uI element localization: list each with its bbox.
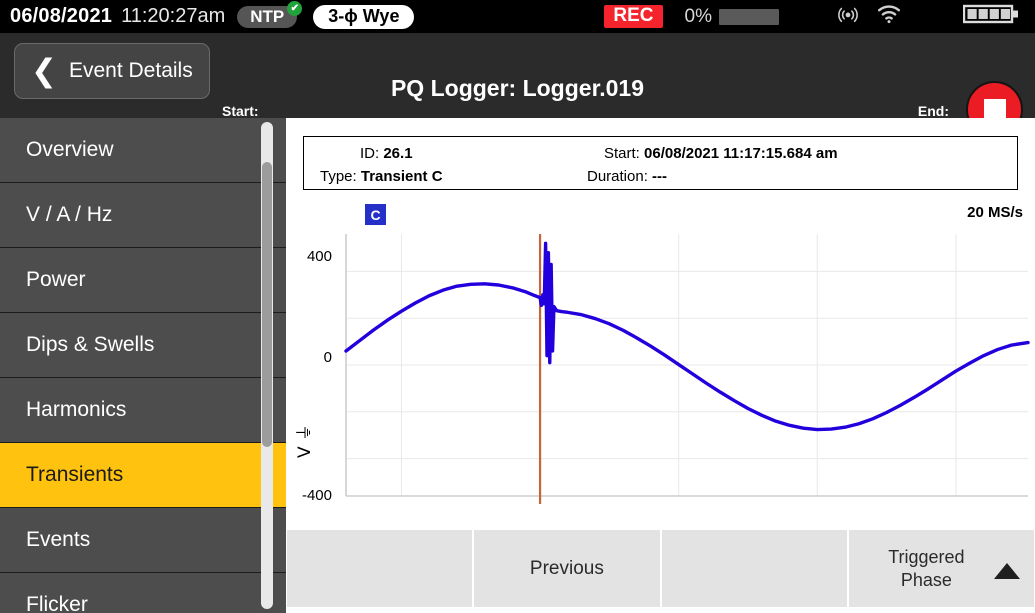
ntp-label: NTP	[250, 6, 285, 26]
status-time: 11:20:27am	[121, 5, 226, 27]
event-duration-label: Duration:	[587, 168, 648, 185]
sidebar-scrollbar[interactable]	[261, 122, 273, 609]
sidebar-item-label: Dips & Swells	[26, 333, 155, 356]
sidebar-item-dips-swells[interactable]: Dips & Swells	[0, 313, 286, 378]
sidebar-item-flicker[interactable]: Flicker	[0, 573, 286, 613]
previous-button[interactable]: Previous	[474, 530, 660, 607]
battery-icon	[962, 3, 1021, 30]
triggered-phase-line1: Triggered	[888, 546, 965, 567]
y-tick-label: -400	[301, 487, 332, 504]
sidebar-item-overview[interactable]: Overview	[0, 118, 286, 183]
triggered-phase-label: Triggered Phase	[888, 546, 964, 592]
triggered-phase-button[interactable]: Triggered Phase	[848, 530, 1034, 607]
sidebar-item-label: Overview	[26, 138, 114, 161]
event-id-value: 26.1	[383, 145, 413, 162]
sidebar-item-power[interactable]: Power	[0, 248, 286, 313]
status-date: 06/08/2021	[10, 5, 113, 27]
y-axis-label: V ⏚	[295, 423, 315, 458]
transient-waveform-chart[interactable]: V ⏚ 400 0 -400 -5ms 0ms +5ms +10ms +15ms	[286, 226, 1035, 613]
sidebar-nav: Overview V / A / Hz Power Dips & Swells …	[0, 118, 286, 613]
rec-badge: REC	[604, 5, 663, 28]
event-type-row: Type: Transient C	[320, 168, 443, 185]
sidebar-item-label: Flicker	[26, 593, 88, 613]
sidebar-item-label: Harmonics	[26, 398, 127, 421]
sidebar-item-v-a-hz[interactable]: V / A / Hz	[0, 183, 286, 248]
sidebar-item-label: Events	[26, 528, 91, 551]
memory-progress-bar	[719, 8, 779, 25]
event-start-value: 06/08/2021 11:17:15.684 am	[644, 145, 838, 162]
page-title: PQ Logger: Logger.019	[390, 75, 645, 101]
waveform-plot-svg	[344, 234, 1030, 504]
antenna-icon	[837, 3, 859, 30]
pq-logger-app: 06/08/2021 11:20:27am NTP ✔ 3-ϕ Wye REC …	[0, 0, 1035, 613]
sample-rate-label: 20 MS/s	[967, 204, 1023, 221]
button-slot-1[interactable]	[287, 530, 473, 607]
event-duration-value: ---	[652, 168, 668, 185]
event-type-value: Transient C	[360, 168, 443, 185]
y-tick-label: 400	[306, 248, 332, 265]
wifi-icon	[877, 4, 901, 29]
sidebar-item-label: Transients	[26, 463, 124, 486]
event-start-label: Start:	[604, 145, 640, 162]
ntp-badge: NTP ✔	[237, 0, 303, 28]
sidebar-item-label: Power	[26, 268, 86, 291]
event-duration-row: Duration: ---	[587, 168, 667, 185]
main-content: ID: 26.1 Type: Transient C Start: 06/08/…	[286, 118, 1035, 613]
y-tick-label: 0	[323, 349, 332, 366]
event-type-label: Type:	[320, 168, 357, 185]
sidebar-item-events[interactable]: Events	[0, 508, 286, 573]
event-id-row: ID: 26.1	[360, 145, 413, 162]
bottom-button-bar: Previous Triggered Phase	[286, 528, 1035, 613]
sidebar-item-label: V / A / Hz	[26, 203, 113, 226]
sidebar-scrollbar-thumb[interactable]	[262, 162, 272, 447]
app-header: ❮ Event Details PQ Logger: Logger.019 St…	[0, 33, 1035, 138]
event-id-label: ID:	[360, 145, 380, 162]
event-info-box: ID: 26.1 Type: Transient C Start: 06/08/…	[303, 136, 1018, 190]
triggered-phase-line2: Phase	[900, 569, 952, 590]
session-start-label: Start:	[222, 103, 259, 119]
memory-percent: 0%	[684, 5, 712, 27]
session-end-label: End:	[917, 103, 949, 119]
sidebar-item-transients[interactable]: Transients	[0, 443, 286, 508]
button-slot-3[interactable]	[661, 530, 847, 607]
ntp-check-icon: ✔	[287, 0, 303, 16]
up-triangle-icon	[994, 562, 1020, 579]
sidebar-item-harmonics[interactable]: Harmonics	[0, 378, 286, 443]
wiring-badge: 3-ϕ Wye	[313, 4, 415, 29]
event-start-row: Start: 06/08/2021 11:17:15.684 am	[604, 145, 838, 162]
phase-legend-badge: C	[365, 204, 386, 225]
status-bar: 06/08/2021 11:20:27am NTP ✔ 3-ϕ Wye REC …	[0, 0, 1035, 33]
status-icons	[837, 3, 901, 30]
